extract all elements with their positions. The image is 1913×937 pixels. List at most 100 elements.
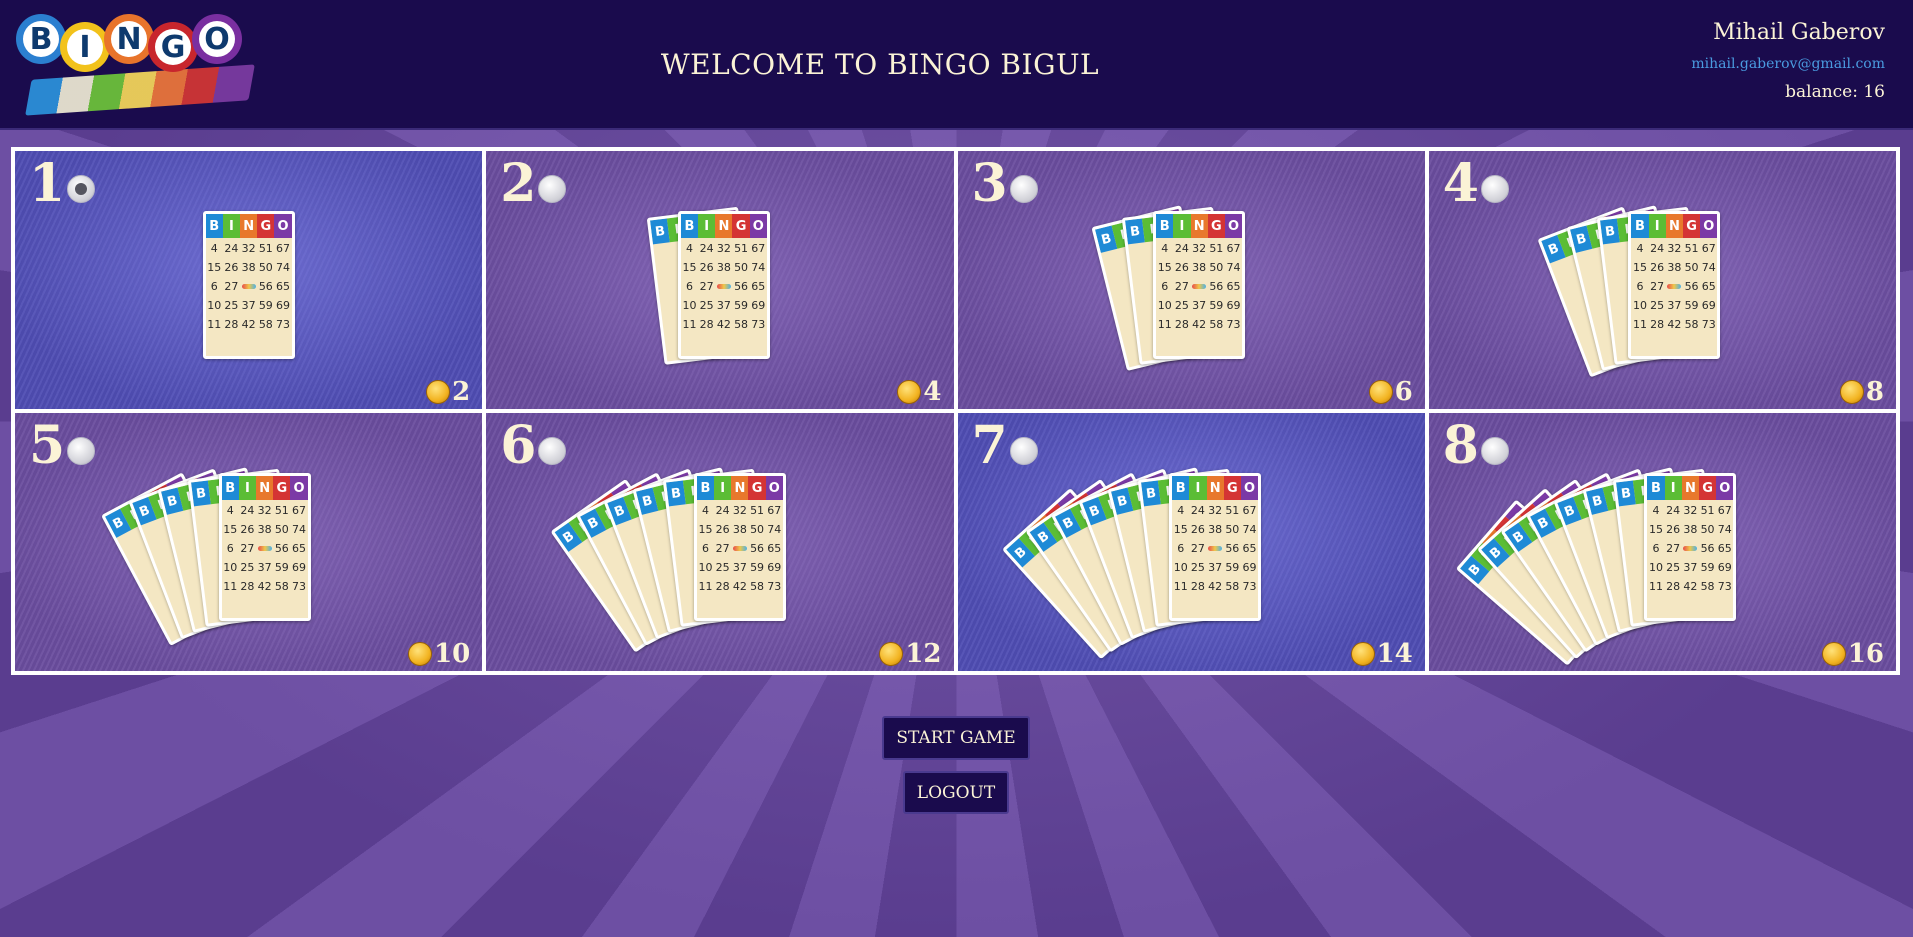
option-radio[interactable] xyxy=(1480,175,1509,203)
card-header-letter: I xyxy=(1664,476,1682,501)
card-number: 4 xyxy=(1636,242,1644,256)
card-option-tile[interactable]: 6BINGOBINGOBINGOBINGOBINGOBINGO424325167… xyxy=(486,413,954,671)
card-number: 25 xyxy=(240,561,255,575)
card-number: 59 xyxy=(750,561,765,575)
option-radio[interactable] xyxy=(538,437,567,465)
card-number: 10 xyxy=(1157,299,1172,313)
card-number: 56 xyxy=(750,542,765,556)
card-option-tile[interactable]: 3BINGOBINGOBINGO424325167152638507462756… xyxy=(957,151,1425,409)
start-game-button[interactable]: START GAME xyxy=(882,716,1030,760)
card-number: 56 xyxy=(258,280,273,294)
card-number: 58 xyxy=(1225,580,1240,594)
card-number: 11 xyxy=(1648,580,1663,594)
option-number: 8 xyxy=(1442,415,1479,476)
card-header-letter: O xyxy=(749,214,767,239)
card-number: 59 xyxy=(258,299,273,313)
price-value: 10 xyxy=(434,639,471,669)
card-header-letter: N xyxy=(1681,476,1699,501)
price-value: 14 xyxy=(1376,639,1413,669)
card-number: 10 xyxy=(698,561,713,575)
card-number: 69 xyxy=(1226,299,1241,313)
card-number: 24 xyxy=(1190,504,1205,518)
card-number: 26 xyxy=(1190,523,1205,537)
coin-icon xyxy=(897,380,922,404)
card-number: 24 xyxy=(699,242,714,256)
card-number: 27 xyxy=(1666,542,1681,556)
card-number: 26 xyxy=(224,261,239,275)
card-number: 27 xyxy=(224,280,239,294)
card-header-letter: G xyxy=(1698,476,1717,501)
logo-balls: BINGO xyxy=(16,14,242,72)
card-number: 50 xyxy=(1700,523,1715,537)
card-number: 26 xyxy=(1666,523,1681,537)
card-number: 74 xyxy=(1226,261,1241,275)
card-number: 50 xyxy=(1209,261,1224,275)
card-number: 74 xyxy=(1242,523,1257,537)
card-number: 42 xyxy=(257,580,272,594)
card-option-tile[interactable]: 1 B I N G O 4 24 32 51 67 15 26 38 50 74 6 27 56 65 10 25 37 59… xyxy=(15,151,483,409)
card-number: 32 xyxy=(241,242,256,256)
card-number: 58 xyxy=(1684,318,1699,332)
logo-letter: B xyxy=(23,21,59,57)
card-option-tile[interactable]: 7BINGOBINGOBINGOBINGOBINGOBINGOBINGO4243… xyxy=(957,413,1425,671)
option-radio[interactable] xyxy=(67,437,95,465)
card-number: 11 xyxy=(1157,318,1172,332)
coin-icon xyxy=(1821,642,1846,666)
card-count-grid: 1 B I N G O 4 24 32 51 67 15 26 38 50 74 6 27 56 65 10 25 37 59… xyxy=(11,147,1900,675)
card-option-tile[interactable]: 8BINGOBINGOBINGOBINGOBINGOBINGOBINGOBING… xyxy=(1428,413,1896,671)
card-option-tile[interactable]: 4BINGOBINGOBINGOBINGO4243251671526385074… xyxy=(1428,151,1896,409)
user-email: mihail.gaberov@gmail.com xyxy=(1691,56,1885,72)
card-header-letter: O xyxy=(1716,476,1734,501)
card-number: 65 xyxy=(276,280,291,294)
card-header-letter: N xyxy=(1190,214,1208,239)
card-number: 50 xyxy=(734,261,749,275)
card-number: 37 xyxy=(1208,561,1223,575)
option-radio[interactable] xyxy=(538,175,567,203)
card-number: 10 xyxy=(1173,561,1188,575)
card-header-letter: B xyxy=(1631,214,1649,239)
card-header-letter: G xyxy=(1223,476,1241,501)
bingo-card-icon: B I N G O 4 24 32 51 67 15 26 38 50 74 6 27 56 65 10 25 37 59 6… xyxy=(1169,473,1262,622)
bingo-logo: BINGO xyxy=(16,14,256,116)
card-header-letter: N xyxy=(240,214,258,239)
card-number: 73 xyxy=(751,318,766,332)
card-number: 56 xyxy=(274,542,289,556)
card-number: 51 xyxy=(1700,504,1715,518)
card-header-letter: B xyxy=(1647,476,1665,501)
coin-icon xyxy=(879,642,904,666)
free-space-icon xyxy=(1207,542,1224,555)
card-number: 59 xyxy=(1700,561,1715,575)
card-number: 25 xyxy=(1174,299,1189,313)
logout-button[interactable]: LOGOUT xyxy=(903,771,1009,814)
card-number: 59 xyxy=(734,299,749,313)
option-number: 4 xyxy=(1442,153,1479,214)
card-option-tile[interactable]: 5BINGOBINGOBINGOBINGOBINGO42432516715263… xyxy=(15,413,483,671)
option-radio[interactable] xyxy=(1480,437,1509,465)
card-number: 65 xyxy=(1701,280,1716,294)
card-number: 11 xyxy=(682,318,697,332)
card-header-letter: I xyxy=(1648,214,1666,239)
card-number: 56 xyxy=(1225,542,1240,556)
card-number: 11 xyxy=(1173,580,1188,594)
card-number: 24 xyxy=(1174,242,1189,256)
card-number: 67 xyxy=(1701,242,1716,256)
card-number: 67 xyxy=(1226,242,1241,256)
card-header-letter: G xyxy=(273,476,291,501)
card-number: 15 xyxy=(682,261,697,275)
card-number: 25 xyxy=(715,561,730,575)
option-radio[interactable] xyxy=(67,175,95,203)
option-price: 2 xyxy=(426,377,470,407)
option-number: 1 xyxy=(29,153,66,214)
card-number: 74 xyxy=(1701,261,1716,275)
card-number: 38 xyxy=(1667,261,1682,275)
option-radio[interactable] xyxy=(1009,437,1038,465)
card-number: 58 xyxy=(258,318,273,332)
option-radio[interactable] xyxy=(1009,175,1038,203)
card-option-tile[interactable]: 2BINGOBINGO42432516715263850746275665102… xyxy=(486,151,954,409)
option-price: 14 xyxy=(1350,639,1413,669)
option-number: 7 xyxy=(971,415,1008,476)
card-number: 69 xyxy=(292,561,307,575)
card-number: 67 xyxy=(1242,504,1257,518)
card-number: 37 xyxy=(716,299,731,313)
card-number: 37 xyxy=(732,561,747,575)
